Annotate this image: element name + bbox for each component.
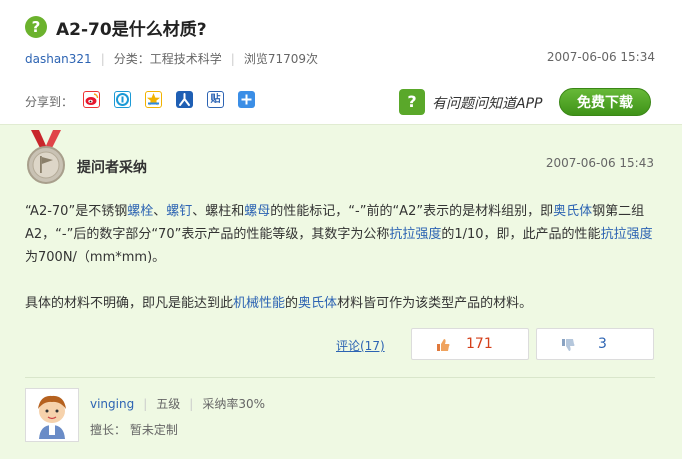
separator: | [143, 397, 148, 411]
category-label[interactable]: 分类：工程技术科学 [114, 52, 222, 66]
qzone-icon[interactable] [114, 91, 131, 108]
separator: | [189, 397, 194, 411]
free-download-button[interactable]: 免费下载 [559, 88, 651, 116]
more-icon[interactable] [238, 91, 255, 108]
answerer-info: vinging | 五级 | 采纳率30% [90, 395, 265, 412]
answerer-accept-rate: 采纳率30% [202, 397, 266, 411]
answerer-level: 五级 [156, 397, 181, 411]
weibo-icon[interactable] [83, 91, 100, 108]
qq-space-icon[interactable] [145, 91, 162, 108]
keyword-link[interactable]: 机械性能 [233, 296, 285, 311]
comments-link[interactable]: 评论(17) [336, 337, 385, 354]
upvote-button[interactable]: 171 [411, 328, 529, 360]
answerer-specialty: 擅长： 暂未定制 [90, 423, 178, 437]
keyword-link[interactable]: 奥氏体 [553, 204, 592, 219]
keyword-link[interactable]: 奥氏体 [298, 296, 337, 311]
share-label: 分享到： [25, 95, 74, 109]
author-link[interactable]: dashan321 [25, 52, 92, 66]
answer-text: 、螺柱和 [192, 204, 245, 219]
separator: | [100, 52, 105, 66]
answer-text: 的1/10，即，此产品的性能 [441, 227, 601, 242]
answer-text: 的性能标记，“-”前的“A2”表示的是材料组别，即 [270, 204, 554, 219]
medal-icon [25, 130, 67, 186]
keyword-link[interactable]: 抗拉强度 [389, 227, 441, 242]
separator: | [230, 52, 235, 66]
accepted-answer: 提问者采纳 2007-06-06 15:43 “A2-70”是不锈钢螺栓、螺钉、… [0, 124, 682, 459]
avatar[interactable] [25, 388, 79, 442]
question-mark-icon: ? [25, 16, 47, 38]
answer-paragraph: 具体的材料不明确，即凡是能达到此机械性能的奥氏体材料皆可作为该类型产品的材料。 [25, 292, 660, 315]
app-promo-text: 有问题问知道APP [432, 96, 543, 112]
keyword-link[interactable]: 螺钉 [166, 204, 192, 219]
answer-text: 材料皆可作为该类型产品的材料。 [337, 296, 533, 311]
question-meta: dashan321 | 分类：工程技术科学 | 浏览71709次 2007-06-06 … [25, 50, 655, 67]
zhidao-app-icon: ? [399, 89, 425, 115]
answer-text: 、 [153, 204, 167, 219]
keyword-link[interactable]: 螺栓 [127, 204, 153, 219]
upvote-count: 171 [466, 336, 493, 352]
accepted-answer-label: 提问者采纳 [77, 160, 147, 176]
thumbs-up-icon [437, 339, 450, 351]
question-date: 2007-06-06 15:34 [546, 50, 655, 64]
answer-text: 具体的材料不明确，即凡是能达到此 [25, 296, 234, 311]
divider [25, 377, 655, 378]
thumbs-down-icon [562, 339, 575, 351]
downvote-button[interactable]: 3 [536, 328, 654, 360]
answer-date: 2007-06-06 15:43 [545, 156, 654, 170]
keyword-link[interactable]: 抗拉强度 [601, 227, 653, 242]
answer-text: “A2-70”是不锈钢 [25, 204, 128, 219]
keyword-link[interactable]: 螺母 [244, 204, 270, 219]
answerer-name-link[interactable]: vinging [90, 397, 134, 411]
answer-paragraph: “A2-70”是不锈钢螺栓、螺钉、螺柱和螺母的性能标记，“-”前的“A2”表示的… [25, 200, 660, 269]
answer-content: “A2-70”是不锈钢螺栓、螺钉、螺柱和螺母的性能标记，“-”前的“A2”表示的… [25, 200, 660, 338]
question-header: ? A2-70是什么材质? dashan321 | 分类：工程技术科学 | 浏览7170… [0, 0, 682, 124]
question-title: A2-70是什么材质? [56, 20, 207, 40]
renren-icon[interactable] [176, 91, 193, 108]
answer-text: 为700N/（mm*mm)。 [25, 250, 166, 265]
view-count: 浏览71709次 [243, 52, 318, 66]
tieba-icon[interactable]: 贴 [207, 91, 224, 108]
answer-text: 的 [285, 296, 299, 311]
downvote-count: 3 [598, 336, 607, 352]
